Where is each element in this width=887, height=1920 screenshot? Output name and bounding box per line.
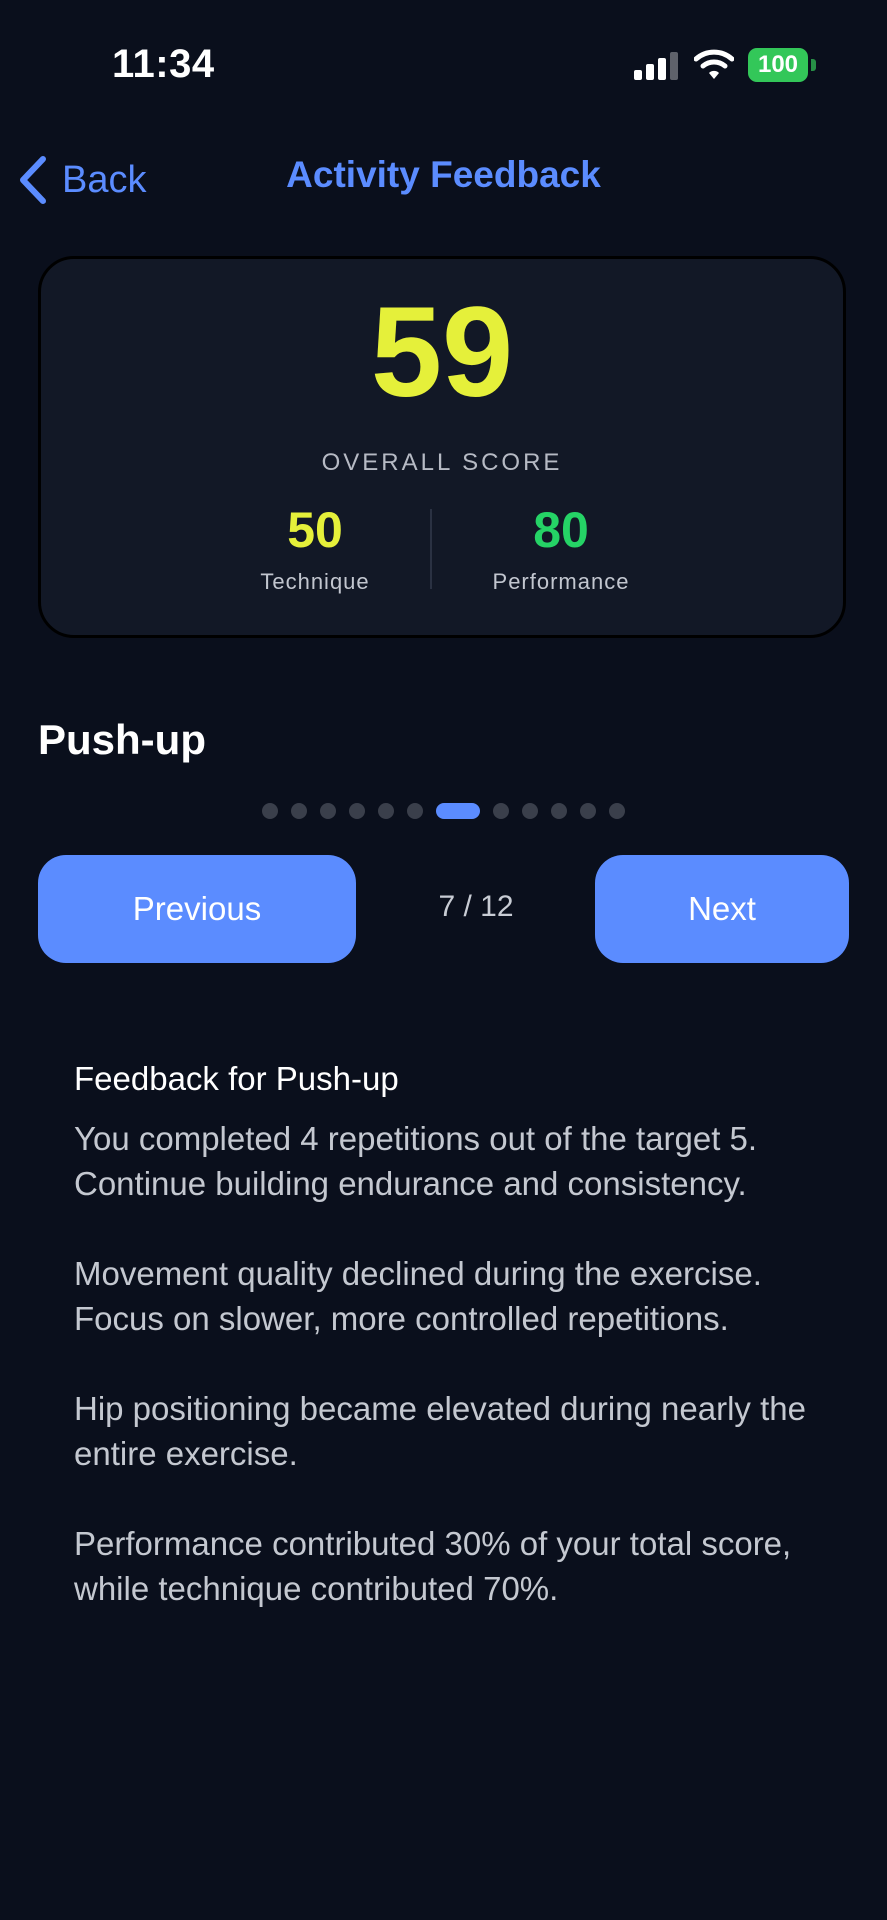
feedback-paragraph: You completed 4 repetitions out of the t…	[74, 1120, 758, 1202]
page-dot[interactable]	[522, 803, 538, 819]
page-indicator[interactable]	[0, 803, 887, 819]
battery-icon: 100	[748, 48, 816, 82]
feedback-paragraph: Performance contributed 30% of your tota…	[74, 1525, 792, 1607]
feedback-section: Feedback for Push-up You completed 4 rep…	[74, 1060, 834, 1656]
technique-score: 50 Technique	[185, 505, 445, 595]
status-bar: 11:34 100	[0, 0, 887, 130]
wifi-icon	[694, 49, 734, 79]
performance-score: 80 Performance	[431, 505, 691, 595]
technique-score-label: Technique	[260, 569, 370, 594]
technique-score-value: 50	[287, 502, 343, 558]
feedback-paragraph: Hip positioning became elevated during n…	[74, 1390, 806, 1472]
exercise-name: Push-up	[38, 716, 206, 763]
page-dot[interactable]	[262, 803, 278, 819]
overall-score-label: OVERALL SCORE	[321, 449, 563, 476]
previous-button[interactable]: Previous	[38, 855, 356, 963]
page-counter: 7 / 12	[438, 890, 514, 923]
page-dot[interactable]	[320, 803, 336, 819]
status-time: 11:34	[112, 42, 215, 86]
battery-level: 100	[748, 48, 808, 82]
page-dot[interactable]	[609, 803, 625, 819]
page-dot[interactable]	[291, 803, 307, 819]
page-title: Activity Feedback	[286, 154, 601, 195]
page-dot[interactable]	[349, 803, 365, 819]
feedback-title: Feedback for Push-up	[74, 1060, 399, 1097]
score-card: 59 OVERALL SCORE 50 Technique 80 Perform…	[38, 256, 846, 638]
page-dot[interactable]	[551, 803, 567, 819]
nav-bar: Back Activity Feedback	[0, 140, 887, 220]
battery-cap	[811, 59, 816, 71]
feedback-paragraph: Movement quality declined during the exe…	[74, 1255, 762, 1337]
performance-score-value: 80	[533, 502, 589, 558]
next-button[interactable]: Next	[595, 855, 849, 963]
overall-score-value: 59	[370, 281, 514, 424]
page-dot[interactable]	[580, 803, 596, 819]
performance-score-label: Performance	[492, 569, 630, 594]
page-dot[interactable]	[407, 803, 423, 819]
page-dot[interactable]	[378, 803, 394, 819]
page-dot-active[interactable]	[436, 803, 480, 819]
signal-icon	[634, 52, 678, 80]
page-dot[interactable]	[493, 803, 509, 819]
